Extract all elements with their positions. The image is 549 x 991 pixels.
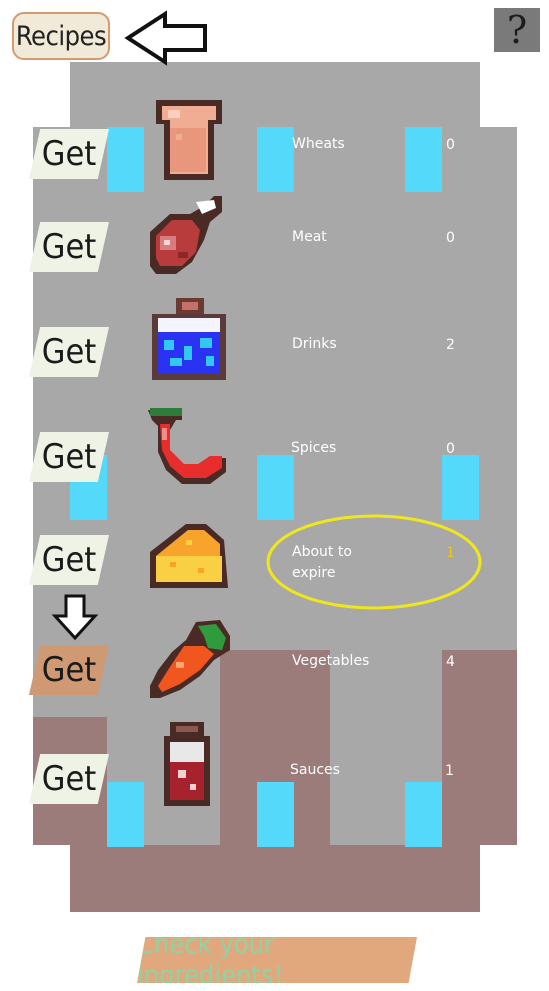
ingredient-count-about-to-expire: 1 bbox=[446, 545, 455, 561]
ingredient-count-sauces: 1 bbox=[445, 763, 454, 779]
get-expiring-button[interactable]: Get bbox=[29, 535, 109, 585]
window bbox=[257, 127, 294, 192]
ingredient-label-drinks: Drinks bbox=[292, 336, 337, 352]
check-ingredients-button[interactable]: Check your ingredients! bbox=[137, 937, 417, 983]
window bbox=[107, 127, 144, 192]
ingredient-count-spices: 0 bbox=[446, 441, 455, 457]
ingredient-label-sauces: Sauces bbox=[290, 762, 340, 778]
get-wheats-button[interactable]: Get bbox=[29, 129, 109, 179]
get-vegetables-button[interactable]: Get bbox=[29, 645, 109, 695]
window bbox=[257, 455, 294, 520]
window bbox=[442, 455, 479, 520]
get-spices-button[interactable]: Get bbox=[29, 432, 109, 482]
ingredient-label-about-to-expire: About to expire bbox=[292, 544, 352, 581]
sauce-bottle-icon bbox=[164, 722, 210, 806]
get-meat-button[interactable]: Get bbox=[29, 222, 109, 272]
ingredient-count-meat: 0 bbox=[446, 230, 455, 246]
window bbox=[405, 127, 442, 192]
get-sauces-button[interactable]: Get bbox=[29, 754, 109, 804]
window bbox=[257, 782, 294, 847]
ingredient-label-spices: Spices bbox=[291, 440, 337, 456]
window bbox=[107, 782, 144, 847]
ingredient-label-meat: Meat bbox=[292, 229, 327, 245]
bread-icon bbox=[156, 100, 222, 180]
get-drinks-button[interactable]: Get bbox=[29, 327, 109, 377]
recipes-button[interactable]: Recipes bbox=[12, 12, 110, 60]
help-button[interactable]: ? bbox=[494, 8, 540, 52]
ingredient-count-vegetables: 4 bbox=[446, 654, 455, 670]
ingredient-label-wheats: Wheats bbox=[292, 136, 345, 152]
arrow-left-icon bbox=[124, 10, 207, 66]
ingredient-label-vegetables: Vegetables bbox=[292, 653, 370, 669]
window bbox=[405, 782, 442, 847]
ingredient-count-wheats: 0 bbox=[446, 137, 455, 153]
ingredient-count-drinks: 2 bbox=[446, 337, 455, 353]
